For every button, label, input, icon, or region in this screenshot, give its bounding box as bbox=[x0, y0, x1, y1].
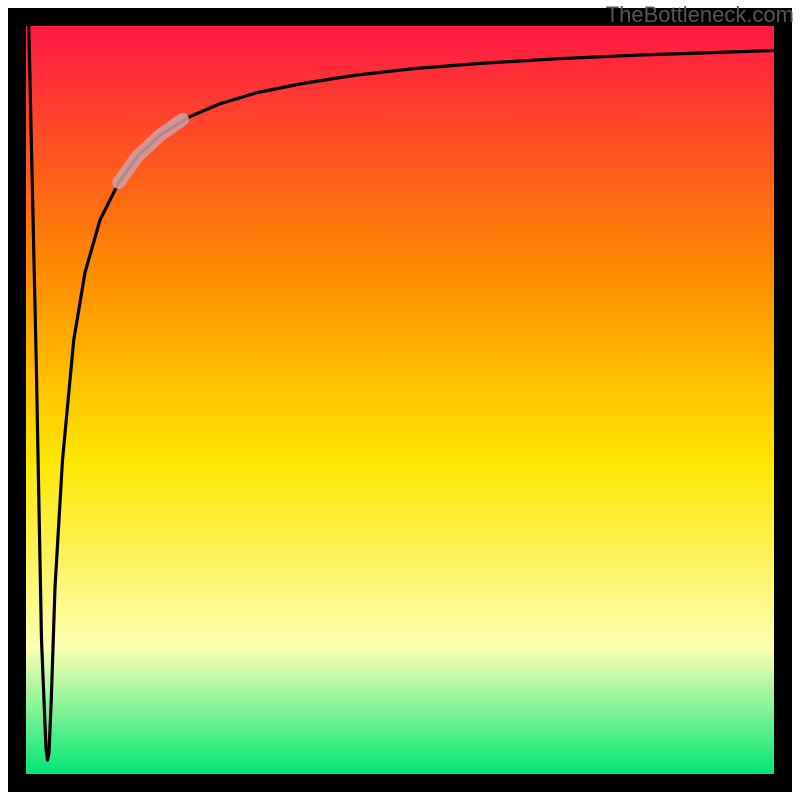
watermark-text: TheBottleneck.com bbox=[606, 2, 794, 28]
chart-container: TheBottleneck.com bbox=[0, 0, 800, 800]
bottleneck-chart bbox=[0, 0, 800, 800]
plot-gradient-background bbox=[25, 25, 775, 775]
